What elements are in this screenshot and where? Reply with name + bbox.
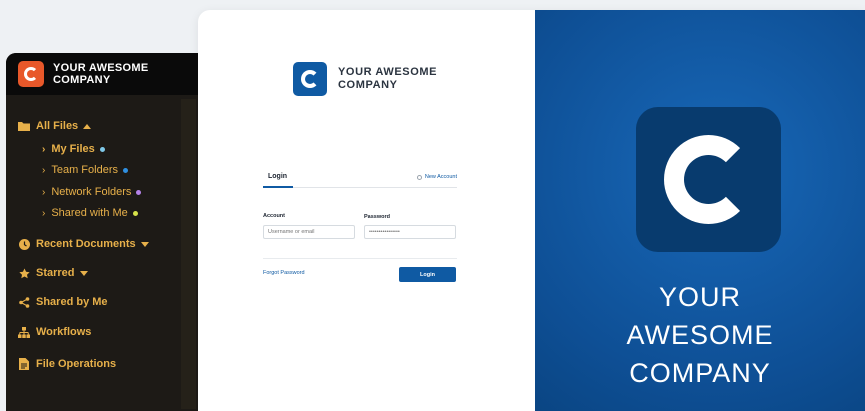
chevron-right-icon: › bbox=[42, 186, 46, 198]
sidebar-item-workflows[interactable]: Workflows bbox=[18, 326, 91, 338]
clock-icon bbox=[18, 238, 30, 250]
folder-icon bbox=[18, 120, 30, 132]
chevron-right-icon: › bbox=[42, 207, 46, 219]
radio-icon bbox=[416, 174, 422, 180]
sidebar: YOUR AWESOME COMPANY All Files › My File… bbox=[6, 53, 206, 411]
caret-up-icon bbox=[83, 123, 92, 129]
brand-panel-company-name: YOUR AWESOME COMPANY bbox=[626, 282, 774, 388]
status-dot bbox=[99, 146, 105, 152]
sidebar-item-label: All Files bbox=[36, 120, 79, 132]
sidebar-subitem-label: Network Folders bbox=[51, 186, 132, 198]
status-dot bbox=[122, 167, 128, 173]
login-card: YOUR AWESOME COMPANY Login New Account A… bbox=[198, 10, 865, 411]
document-icon bbox=[18, 358, 30, 370]
sidebar-item-shared-by-me[interactable]: Shared by Me bbox=[18, 296, 108, 308]
login-button[interactable]: Login bbox=[399, 267, 456, 282]
brand-header: YOUR AWESOME COMPANY bbox=[293, 62, 437, 96]
tab-login[interactable]: Login bbox=[268, 173, 287, 180]
star-icon bbox=[18, 267, 30, 279]
logo-c-shape bbox=[664, 135, 753, 224]
forgot-password-link[interactable]: Forgot Password bbox=[263, 270, 305, 276]
company-logo-icon bbox=[636, 107, 781, 252]
sidebar-scrollbar[interactable] bbox=[181, 99, 196, 409]
sidebar-item-recent-documents[interactable]: Recent Documents bbox=[18, 238, 149, 250]
sidebar-subitem-network-folders[interactable]: › Network Folders bbox=[42, 186, 142, 198]
sidebar-header: YOUR AWESOME COMPANY bbox=[6, 53, 206, 95]
account-label: Account bbox=[263, 213, 285, 219]
tab-new-account[interactable]: New Account bbox=[416, 174, 457, 180]
login-tabs: Login New Account bbox=[263, 170, 457, 188]
sidebar-item-label: Recent Documents bbox=[36, 238, 136, 250]
sidebar-subitem-shared-with-me[interactable]: › Shared with Me bbox=[42, 207, 138, 219]
sidebar-nav: All Files › My Files › Team Folders › Ne… bbox=[6, 95, 206, 411]
sidebar-item-label: Starred bbox=[36, 267, 75, 279]
sidebar-item-all-files[interactable]: All Files bbox=[18, 120, 92, 132]
sidebar-subitem-label: Team Folders bbox=[51, 164, 118, 176]
account-input[interactable] bbox=[263, 225, 355, 239]
company-logo-icon bbox=[18, 61, 44, 87]
share-icon bbox=[18, 296, 30, 308]
password-label: Password bbox=[364, 214, 390, 220]
login-form: Login New Account Account Password Forgo… bbox=[263, 170, 457, 282]
status-dot bbox=[136, 189, 142, 195]
company-name: YOUR AWESOME COMPANY bbox=[338, 66, 438, 91]
sidebar-subitem-label: Shared with Me bbox=[51, 207, 128, 219]
sidebar-subitem-label: My Files bbox=[51, 143, 95, 155]
sidebar-subitem-my-files[interactable]: › My Files bbox=[42, 143, 105, 155]
chevron-right-icon: › bbox=[42, 143, 46, 155]
form-divider bbox=[263, 258, 457, 259]
caret-down-icon bbox=[140, 241, 149, 247]
chevron-right-icon: › bbox=[42, 164, 46, 176]
sidebar-item-file-operations[interactable]: File Operations bbox=[18, 358, 116, 370]
password-input[interactable] bbox=[364, 225, 456, 239]
sidebar-item-label: File Operations bbox=[36, 358, 117, 370]
status-dot bbox=[132, 210, 138, 216]
active-tab-indicator bbox=[263, 186, 293, 188]
workflow-icon bbox=[18, 326, 30, 338]
tab-new-account-label: New Account bbox=[424, 174, 457, 180]
sidebar-company-name: YOUR AWESOME COMPANY bbox=[53, 62, 149, 86]
sidebar-item-label: Workflows bbox=[36, 326, 92, 338]
brand-panel: YOUR AWESOME COMPANY bbox=[535, 10, 865, 411]
sidebar-item-label: Shared by Me bbox=[36, 296, 108, 308]
caret-down-icon bbox=[79, 270, 88, 276]
company-logo-icon bbox=[293, 62, 327, 96]
sidebar-subitem-team-folders[interactable]: › Team Folders bbox=[42, 164, 128, 176]
sidebar-item-starred[interactable]: Starred bbox=[18, 267, 88, 279]
